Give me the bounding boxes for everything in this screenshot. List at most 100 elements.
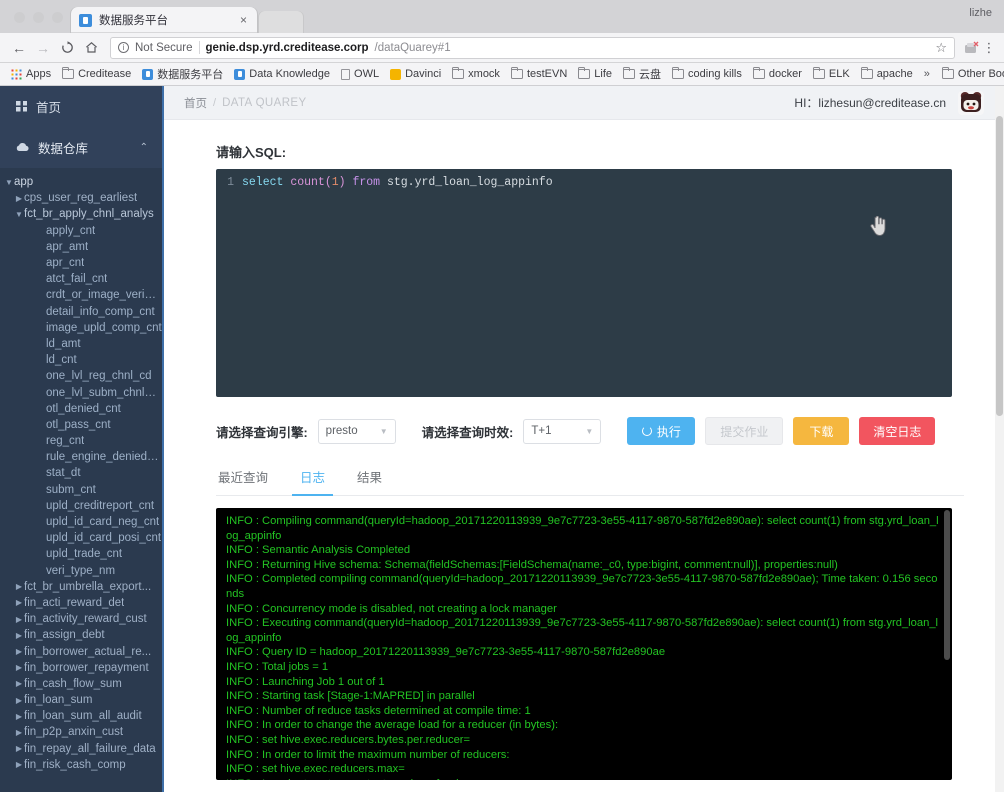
tree-node[interactable]: subm_cnt (0, 482, 162, 498)
caret-right-icon[interactable]: ▶ (14, 760, 24, 769)
browser-tab[interactable]: 数据服务平台 × (71, 7, 257, 33)
bookmark-item-elk[interactable]: ELK (809, 66, 854, 81)
back-icon[interactable]: ← (8, 37, 30, 59)
tree-node[interactable]: ▶ cps_user_reg_earliest (0, 190, 162, 206)
tree-node[interactable]: stat_dt (0, 465, 162, 481)
home-icon[interactable] (80, 37, 102, 59)
tab-recent-queries[interactable]: 最近查询 (216, 467, 270, 495)
tree-node[interactable]: otl_denied_cnt (0, 401, 162, 417)
tree-node[interactable]: ▶ fin_cash_flow_sum (0, 676, 162, 692)
tree-node[interactable]: one_lvl_reg_chnl_cd (0, 368, 162, 384)
tree-node[interactable]: ▶ fin_activity_reward_cust (0, 611, 162, 627)
chevron-up-icon[interactable]: ⌃ (140, 142, 148, 153)
bookmark-item-coding-kills[interactable]: coding kills (668, 66, 746, 81)
caret-down-icon[interactable]: ▼ (14, 210, 24, 219)
tree-node[interactable]: ▶ fin_loan_sum (0, 692, 162, 708)
avatar[interactable] (958, 90, 984, 115)
breadcrumb-home[interactable]: 首页 (184, 95, 207, 111)
caret-right-icon[interactable]: ▶ (14, 647, 24, 656)
tree-node[interactable]: rule_engine_denied_cnt (0, 449, 162, 465)
tree-node[interactable]: image_upld_comp_cnt (0, 320, 162, 336)
reload-icon[interactable] (56, 37, 78, 59)
tree-node[interactable]: ▶ fin_p2p_anxin_cust (0, 724, 162, 740)
bookmark-item-life[interactable]: Life (574, 66, 616, 81)
bookmark-item-owl[interactable]: OWL (337, 67, 383, 81)
tab-results[interactable]: 结果 (355, 467, 384, 495)
new-tab-button[interactable] (259, 11, 303, 33)
tree-node[interactable]: detail_info_comp_cnt (0, 304, 162, 320)
tree-node[interactable]: crdt_or_image_veri_cnt (0, 287, 162, 303)
site-info-icon[interactable]: i (118, 42, 129, 53)
extension-icon[interactable] (963, 40, 980, 56)
page-scrollbar-thumb[interactable] (996, 116, 1003, 416)
caret-right-icon[interactable]: ▶ (14, 631, 24, 640)
tree-node[interactable]: reg_cnt (0, 433, 162, 449)
bookmark-item-creditease[interactable]: Creditease (58, 66, 135, 81)
page-scrollbar[interactable] (995, 86, 1004, 792)
tree-node[interactable]: otl_pass_cnt (0, 417, 162, 433)
bookmark-item-apache[interactable]: apache (857, 66, 917, 81)
bookmark-item-davinci[interactable]: Davinci (386, 67, 445, 81)
tree-node[interactable]: ▶ fin_risk_cash_comp (0, 757, 162, 773)
caret-down-icon[interactable]: ▼ (4, 178, 14, 187)
sql-editor[interactable]: 1 select count(1) from stg.yrd_loan_log_… (216, 169, 952, 397)
timeliness-select[interactable]: T+1 ▼ (523, 418, 602, 444)
close-window-button[interactable] (14, 12, 25, 23)
tree-node[interactable]: ▶ fin_loan_sum_all_audit (0, 708, 162, 724)
bookmark-item-yunpan[interactable]: 云盘 (619, 65, 665, 83)
caret-right-icon[interactable]: ▶ (14, 679, 24, 688)
bookmark-item-apps[interactable]: Apps (7, 67, 55, 81)
tree-node[interactable]: ▶ fin_borrower_repayment (0, 660, 162, 676)
caret-right-icon[interactable]: ▶ (14, 663, 24, 672)
tree-node[interactable]: veri_type_nm (0, 563, 162, 579)
address-bar[interactable]: i Not Secure genie.dsp.yrd.creditease.co… (110, 36, 955, 59)
caret-right-icon[interactable]: ▶ (14, 598, 24, 607)
log-console[interactable]: INFO : Compiling command(queryId=hadoop_… (216, 508, 952, 780)
caret-right-icon[interactable]: ▶ (14, 728, 24, 737)
tree-node[interactable]: atct_fail_cnt (0, 271, 162, 287)
tree-node[interactable]: one_lvl_subm_chnl_cd (0, 384, 162, 400)
tab-log[interactable]: 日志 (292, 467, 334, 496)
caret-right-icon[interactable]: ▶ (14, 615, 24, 624)
other-bookmarks-button[interactable]: Other Bookmarks (938, 66, 1004, 81)
tree-node[interactable]: apply_cnt (0, 223, 162, 239)
bookmarks-overflow-icon[interactable]: » (920, 68, 934, 80)
minimize-window-button[interactable] (33, 12, 44, 23)
tree-node[interactable]: ▶ fin_borrower_actual_re... (0, 643, 162, 659)
sidebar-item-home[interactable]: 首页 (0, 86, 162, 126)
bookmark-item-data-knowledge[interactable]: Data Knowledge (230, 67, 334, 81)
caret-right-icon[interactable]: ▶ (14, 582, 24, 591)
caret-right-icon[interactable]: ▶ (14, 744, 24, 753)
bookmark-star-icon[interactable]: ☆ (935, 40, 947, 56)
console-scrollbar[interactable] (944, 510, 950, 660)
profile-name-label[interactable]: lizhe (969, 7, 992, 19)
submit-job-button[interactable]: 提交作业 (705, 417, 784, 445)
tree-node[interactable]: ▶ fin_acti_reward_det (0, 595, 162, 611)
caret-right-icon[interactable]: ▶ (14, 696, 24, 705)
engine-select[interactable]: presto ▼ (317, 418, 396, 444)
close-tab-icon[interactable]: × (238, 13, 249, 27)
tree-node[interactable]: ▶ fct_br_umbrella_export... (0, 579, 162, 595)
bookmark-item-testevn[interactable]: testEVN (507, 66, 571, 81)
tree-node[interactable]: ▶ fin_assign_debt (0, 627, 162, 643)
tree-node[interactable]: apr_amt (0, 239, 162, 255)
tree-node[interactable]: upld_trade_cnt (0, 546, 162, 562)
maximize-window-button[interactable] (52, 12, 63, 23)
tree-node[interactable]: upld_creditreport_cnt (0, 498, 162, 514)
bookmark-item-dsp[interactable]: 数据服务平台 (138, 65, 227, 83)
tree-node[interactable]: upld_id_card_posi_cnt (0, 530, 162, 546)
clear-log-button[interactable]: 清空日志 (859, 417, 936, 445)
caret-right-icon[interactable]: ▶ (14, 194, 24, 203)
tree-node[interactable]: ld_amt (0, 336, 162, 352)
browser-menu-icon[interactable]: ⋮ (982, 40, 996, 56)
bookmark-item-docker[interactable]: docker (749, 66, 806, 81)
forward-icon[interactable]: → (32, 37, 54, 59)
download-button[interactable]: 下载 (793, 417, 850, 445)
tree-node[interactable]: ▶ fin_repay_all_failure_data (0, 741, 162, 757)
tree-node[interactable]: ▼ fct_br_apply_chnl_analys (0, 206, 162, 222)
tree-node[interactable]: ld_cnt (0, 352, 162, 368)
tree-node[interactable]: apr_cnt (0, 255, 162, 271)
tree-node[interactable]: upld_id_card_neg_cnt (0, 514, 162, 530)
sidebar-group-data-warehouse[interactable]: 数据仓库 ⌃ (0, 126, 162, 168)
bookmark-item-xmock[interactable]: xmock (448, 66, 504, 81)
